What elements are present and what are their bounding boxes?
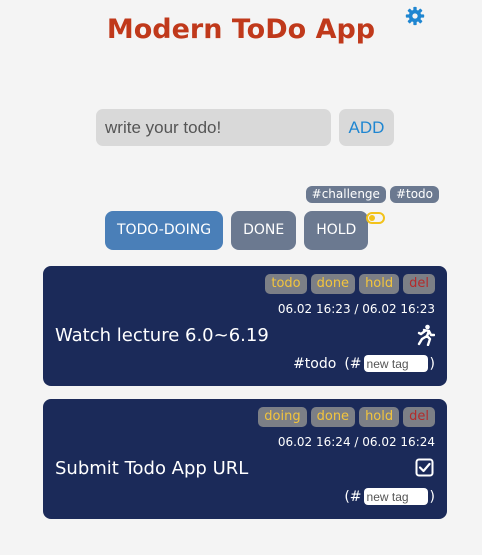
running-person-icon: [417, 324, 435, 346]
filter-tag-todo[interactable]: #todo: [389, 186, 439, 203]
tag-paren-close: ): [429, 355, 435, 372]
card-tag[interactable]: #todo: [293, 356, 336, 372]
tag-paren-close: ): [429, 488, 435, 505]
tab-todo-doing[interactable]: TODO-DOING: [105, 211, 224, 250]
done-button[interactable]: done: [310, 407, 356, 427]
delete-button[interactable]: del: [403, 407, 435, 427]
tab-hold[interactable]: HOLD: [304, 211, 369, 250]
filter-tags: #challenge #todo: [305, 186, 439, 203]
card-tags: #todo ( # ): [293, 355, 435, 372]
new-tag-input[interactable]: [363, 488, 428, 505]
done-button[interactable]: done: [310, 274, 356, 294]
doing-button[interactable]: doing: [258, 407, 307, 427]
card-actions: doing done hold del: [258, 407, 435, 427]
todo-input[interactable]: [96, 109, 331, 146]
card-timestamp: 06.02 16:24 / 06.02 16:24: [277, 435, 435, 449]
toggle-icon[interactable]: [366, 212, 385, 224]
hold-button[interactable]: hold: [359, 274, 400, 294]
card-tags: ( # ): [344, 488, 435, 505]
todo-card: todo done hold del 06.02 16:23 / 06.02 1…: [43, 266, 447, 386]
status-tabs: TODO-DOING DONE HOLD: [105, 211, 369, 250]
todo-card: doing done hold del 06.02 16:24 / 06.02 …: [43, 399, 447, 519]
card-title: Watch lecture 6.0~6.19: [55, 325, 269, 346]
tab-done[interactable]: DONE: [231, 211, 297, 250]
filter-tag-challenge[interactable]: #challenge: [305, 186, 386, 203]
tag-hash: #: [349, 488, 362, 505]
hold-button[interactable]: hold: [359, 407, 400, 427]
checkbox-checked-icon[interactable]: [415, 457, 435, 479]
todo-button[interactable]: todo: [265, 274, 307, 294]
new-tag-input[interactable]: [363, 355, 428, 372]
app-title: Modern ToDo App: [106, 14, 376, 45]
card-actions: todo done hold del: [265, 274, 435, 294]
delete-button[interactable]: del: [403, 274, 435, 294]
add-button[interactable]: ADD: [339, 109, 394, 146]
card-title: Submit Todo App URL: [55, 458, 249, 479]
card-timestamp: 06.02 16:23 / 06.02 16:23: [277, 302, 435, 316]
tag-hash: #: [349, 355, 362, 372]
